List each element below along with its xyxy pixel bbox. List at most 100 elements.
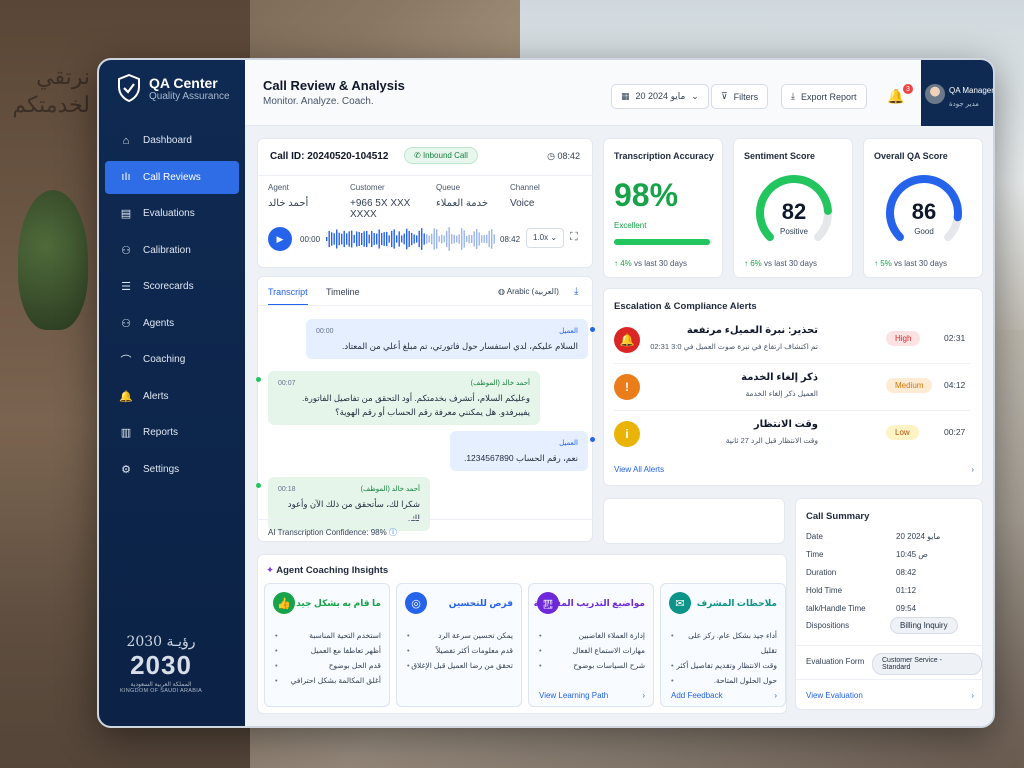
notification-count-badge: 3 (903, 84, 913, 94)
sidebar-item-alerts[interactable]: 🔔 Alerts (105, 380, 239, 413)
summary-label: Time (806, 549, 824, 559)
coaching-item: • شرح السياسات بوضوح (539, 661, 645, 670)
sidebar-item-agents[interactable]: ⚇ Agents (105, 307, 239, 340)
disposition-badge: Billing Inquiry (890, 617, 958, 634)
transcript-message: 00:18 أحمد خالد (الموظف) شكرا لك، سأتحقق … (268, 477, 430, 531)
sidebar-item-label: Calibration (143, 244, 191, 256)
users-icon: ⚇ (121, 244, 131, 257)
coaching-card-title: مواضيع التدريب المقترحة (533, 598, 645, 608)
transcription-label: Excellent (614, 221, 647, 230)
coaching-insight-card: 👍 ما قام به بشكل جيد • استخدم التحية المن… (264, 583, 390, 707)
filters-button[interactable]: ⊽ Filters (711, 84, 769, 109)
brand-logo: QA Center Quality Assurance (117, 74, 230, 102)
coaching-item: • تحقق من رضا العميل قبل الإغلاق (407, 661, 513, 670)
view-evaluation-link[interactable]: View Evaluation › (806, 691, 974, 700)
timeline-dot (590, 327, 595, 332)
sidebar-item-call-reviews[interactable]: ıIı Call Reviews (105, 160, 239, 194)
sidebar-nav: ⌂ Dashboard ıIı Call Reviews ▤ Evaluations ⚇ Ca… (105, 124, 239, 489)
sidebar-item-label: Agents (143, 317, 175, 329)
coaching-item: • مهارات الاستماع الفعال (539, 646, 645, 655)
sidebar-item-label: Alerts (143, 390, 169, 402)
summary-value: 08:42 (896, 567, 917, 577)
summary-value: 01:12 (896, 585, 917, 595)
sidebar-item-scorecards[interactable]: ☰ Scorecards (105, 270, 239, 303)
alert-item[interactable]: i وقت الانتظار وقت الانتظار قبل الرد 27 … (614, 413, 970, 457)
coaching-item: • يمكن تحسين سرعة الرد (407, 631, 513, 640)
coaching-item: • وقت الانتظار وتقديم تفاصيل أكثر (671, 661, 777, 670)
qa-delta: ↑ 5% vs last 30 days (874, 259, 947, 268)
sidebar-item-reports[interactable]: ▥ Reports (105, 416, 239, 449)
scorecard-icon: ☰ (121, 281, 131, 293)
summary-row: Duration 08:42 (806, 563, 966, 581)
tab-timeline[interactable]: Timeline (326, 287, 360, 297)
call-field: Agent أحمد خالد (268, 183, 340, 209)
fullscreen-icon[interactable]: ⛶ (570, 231, 578, 244)
background-arabic-sign: نرتقي لخدمتكم (12, 65, 90, 118)
filters-label: Filters (733, 91, 759, 102)
app-window: QA Center Quality Assurance ⌂ Dashboard ıI… (97, 58, 995, 728)
call-field-value: +966 5X XXX XXXX (350, 198, 411, 220)
bar-chart-icon: ▥ (120, 427, 132, 439)
call-info-card: Call ID: 20240520-104512 ✆ Inbound Call … (257, 138, 594, 268)
alert-item[interactable]: ! ذكر إلغاء الخدمة العميل ذكر إلغاء الخد… (614, 366, 970, 411)
sentiment-title: Sentiment Score (744, 151, 816, 161)
coaching-list: • إدارة العملاء الغاضبين • مهارات الاستماع … (539, 628, 645, 673)
summary-row: talk/Handle Time 09:54 (806, 599, 966, 617)
sentiment-value: 82 (781, 199, 807, 224)
sidebar-item-coaching[interactable]: ⌒ Coaching (105, 343, 239, 376)
notifications-bell-icon[interactable]: 🔔 (887, 88, 904, 105)
vision-arabic: رؤيـة 2030 (126, 634, 196, 650)
tab-transcript[interactable]: Transcript (268, 287, 308, 306)
coaching-card: ✦ Agent Coaching Ihsights 👍 ما قام به بش… (257, 554, 787, 714)
summary-row: Time 10:45 ص (806, 545, 966, 563)
sidebar-item-label: Scorecards (143, 281, 194, 292)
sidebar-item-settings[interactable]: ⚙ Settings (105, 453, 239, 486)
main-area: Call Review & Analysis Monitor. Analyze.… (245, 60, 993, 726)
sidebar-item-evaluations[interactable]: ▤ Evaluations (105, 197, 239, 230)
qa-value: 86 (911, 199, 937, 224)
background-plant (18, 190, 88, 330)
call-field-label: Channel (510, 183, 540, 192)
coaching-item: • استخدم التحية المناسبة (275, 631, 381, 640)
globe-icon: ◍ (498, 287, 505, 296)
playback-speed-select[interactable]: 1.0x ⌄ (526, 228, 565, 248)
home-icon: ⌂ (122, 134, 130, 147)
alert-description: العميل ذكر إلغاء الخدمة (745, 389, 818, 398)
summary-row: Date 20 مايو 2024 (806, 527, 966, 545)
sentiment-delta: ↑ 6% vs last 30 days (744, 259, 817, 268)
date-picker-button[interactable]: ▦ 20 مايو 2024 ⌄ (611, 84, 709, 109)
sentiment-score-card: Sentiment Score 82 Positive ↑ 6% vs last… (733, 138, 853, 278)
evaluation-form-badge: Customer Service - Standard (872, 653, 982, 675)
bell-icon: 🔔 (119, 390, 133, 403)
coaching-link[interactable]: Add Feedback › (671, 691, 777, 700)
comment-icon: ✉ (669, 592, 691, 614)
coaching-title: ✦ Agent Coaching Ihsights (266, 565, 389, 576)
export-report-button[interactable]: ⤓ Export Report (781, 84, 867, 109)
call-field: Customer +966 5X XXX XXXX (350, 183, 434, 220)
download-transcript-icon[interactable]: ⤓ (574, 286, 578, 297)
sidebar-item-dashboard[interactable]: ⌂ Dashboard (105, 124, 239, 157)
arrow-up-icon: ↑ (744, 259, 748, 268)
summary-label: Date (806, 531, 823, 541)
summary-row: Hold Time 01:12 (806, 581, 966, 599)
play-button[interactable]: ▶ (268, 227, 292, 251)
audio-waveform[interactable] (326, 225, 496, 253)
call-field-label: Customer (350, 183, 385, 192)
coaching-item: • أظهر تعاطفا مع العميل (275, 646, 381, 655)
sparkles-icon: ✦ (266, 565, 274, 576)
timeline-dot (590, 437, 595, 442)
view-all-alerts-link[interactable]: View All Alerts › (614, 465, 974, 474)
warning-icon: ! (614, 374, 640, 400)
user-menu[interactable]: QA Manager مدير جودة (921, 60, 993, 126)
clock-icon: ◷ (547, 151, 555, 161)
language-select[interactable]: ◍ Arabic (العربية) (498, 287, 559, 296)
summary-value: 20 مايو 2024 (896, 531, 941, 541)
coaching-link[interactable]: View Learning Path › (539, 691, 645, 700)
alert-item[interactable]: 🔔 تحذير: نبرة العميلء مرتفعة تم اكتشاف ا… (614, 319, 970, 364)
vision-number: 2030 (130, 650, 192, 680)
sidebar-item-calibration[interactable]: ⚇ Calibration (105, 234, 239, 267)
timeline-dot (256, 377, 261, 382)
vision-kingdom-arabic: المملكة العربية السعودية (130, 682, 192, 688)
summary-value: 10:45 ص (896, 549, 928, 559)
transcript-message: العميل نعم، رقم الحساب 1234567890. (450, 431, 588, 471)
